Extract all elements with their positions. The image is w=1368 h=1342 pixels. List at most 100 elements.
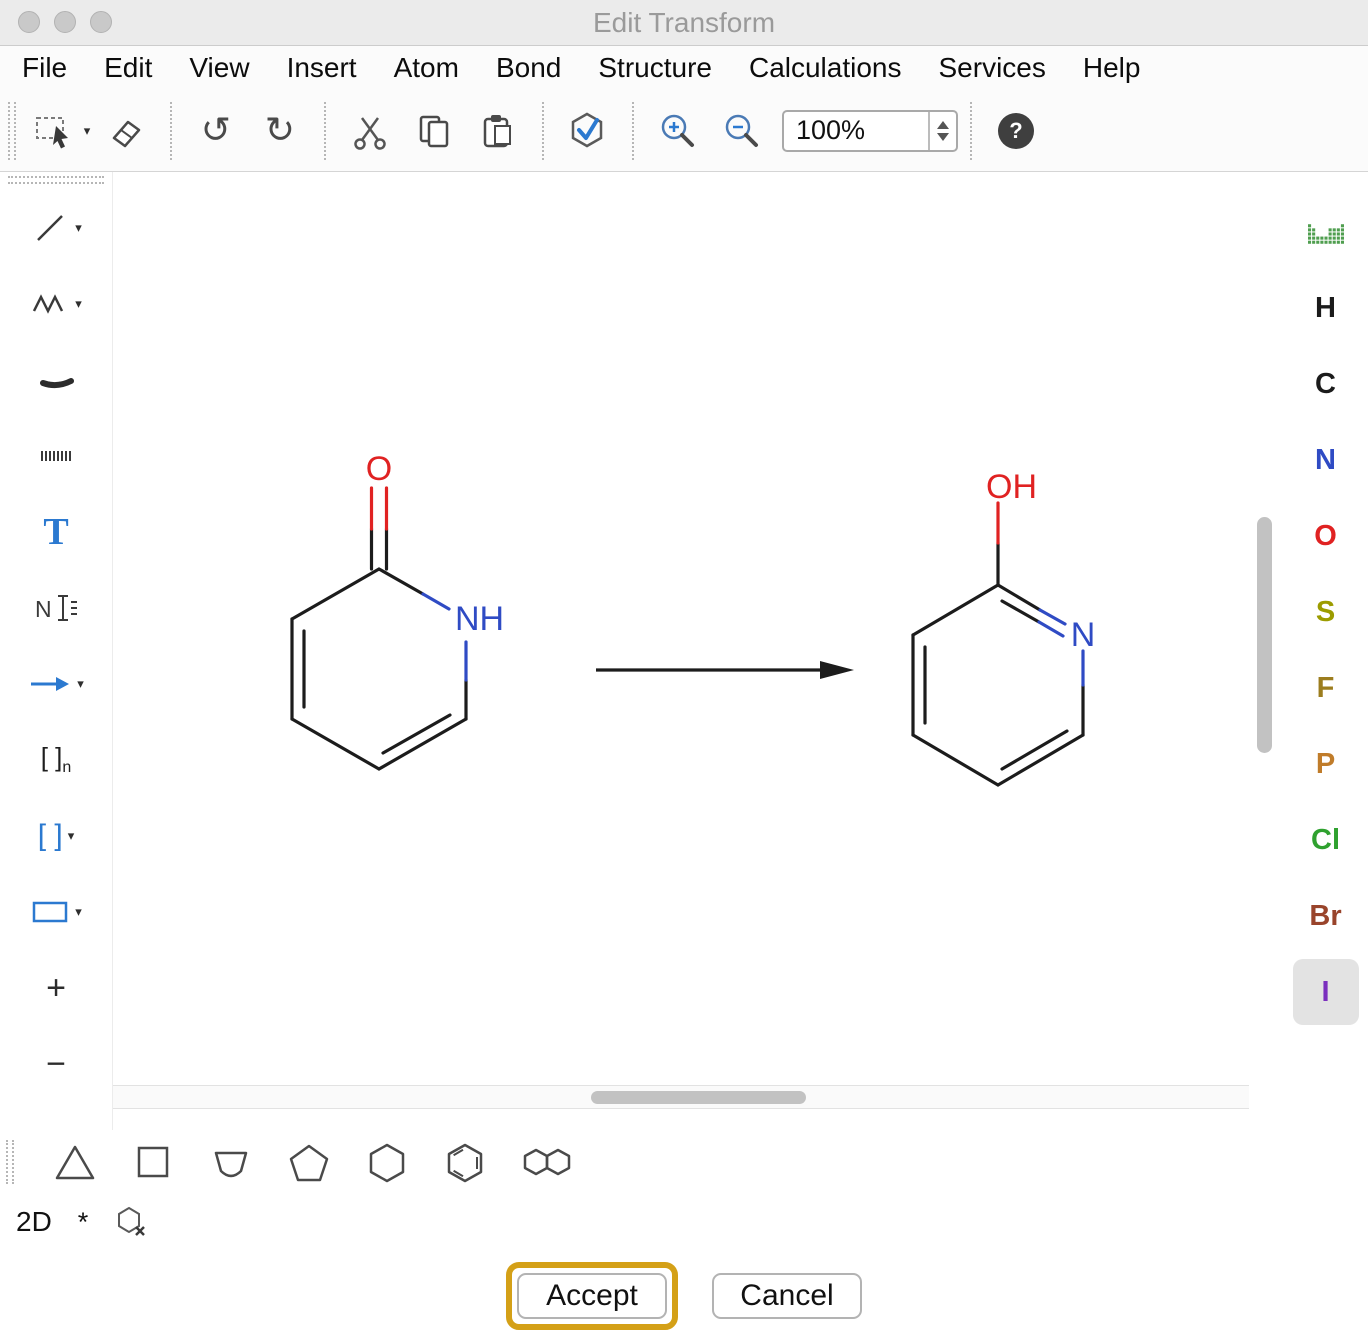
element-button-br[interactable]: Br [1283, 878, 1368, 954]
bracket-icon: [ ] [38, 819, 63, 853]
toolbar-separator [170, 102, 172, 160]
menu-item-file[interactable]: File [22, 52, 67, 84]
menu-item-structure[interactable]: Structure [598, 52, 712, 84]
stepper-up-icon [937, 121, 949, 129]
bond-tool-button[interactable]: ▾ [0, 190, 112, 266]
minimize-window-button[interactable] [54, 11, 76, 33]
element-button-f[interactable]: F [1283, 650, 1368, 726]
selected-element-highlight: I [1293, 959, 1359, 1025]
rectangle-tool-button[interactable]: ▾ [0, 874, 112, 950]
template-3-ring-button[interactable] [52, 1139, 98, 1185]
menu-item-view[interactable]: View [189, 52, 249, 84]
template-fused-rings-button[interactable] [520, 1139, 578, 1185]
template-6-ring-button[interactable] [364, 1139, 410, 1185]
plus-icon: + [46, 971, 66, 1005]
hexagon-ring-icon [365, 1140, 409, 1184]
select-tool-button[interactable]: ▾ [30, 101, 94, 161]
zoom-out-button[interactable] [710, 101, 774, 161]
menu-item-calculations[interactable]: Calculations [749, 52, 902, 84]
main-toolbar: ▾ ↺ ↻ [0, 90, 1368, 172]
carbonyl-oxygen-label[interactable]: O [366, 450, 392, 488]
menu-item-help[interactable]: Help [1083, 52, 1141, 84]
titlebar: Edit Transform [0, 0, 1368, 46]
product-structure[interactable]: OH N [913, 468, 1095, 785]
periodic-table-button[interactable] [1308, 198, 1344, 270]
arrow-icon [28, 664, 72, 704]
window-title: Edit Transform [593, 7, 775, 39]
template-benzene-button[interactable] [442, 1139, 488, 1185]
close-window-button[interactable] [18, 11, 40, 33]
copy-button[interactable] [402, 101, 466, 161]
toolbar-separator [632, 102, 634, 160]
paste-button[interactable] [466, 101, 530, 161]
structure-check-button[interactable] [556, 101, 620, 161]
cancel-button[interactable]: Cancel [712, 1273, 862, 1319]
redo-icon: ↻ [265, 113, 295, 149]
undo-button[interactable]: ↺ [184, 101, 248, 161]
pyridine-n-label[interactable]: N [1071, 616, 1096, 654]
text-tool-button[interactable]: T [0, 494, 112, 570]
scissors-icon [350, 111, 390, 151]
hydroxyl-label[interactable]: OH [986, 468, 1037, 506]
zoom-level-select[interactable]: 100% [782, 110, 958, 152]
zoom-out-icon [722, 111, 762, 151]
drawing-canvas[interactable]: O NH [112, 172, 1283, 1130]
left-tool-palette: ▾ ▾ [0, 172, 112, 1130]
menu-item-services[interactable]: Services [939, 52, 1046, 84]
template-5-ring-down-button[interactable] [208, 1139, 254, 1185]
help-button[interactable]: ? [984, 101, 1048, 161]
dimension-toggle[interactable]: 2D [16, 1206, 52, 1238]
stepper-down-icon [937, 133, 949, 141]
redo-button[interactable]: ↻ [248, 101, 312, 161]
increase-charge-button[interactable]: + [0, 950, 112, 1026]
element-button-p[interactable]: P [1283, 726, 1368, 802]
hashed-bond-tool-button[interactable] [0, 418, 112, 494]
menu-item-edit[interactable]: Edit [104, 52, 152, 84]
template-toolbar-drag-handle[interactable] [6, 1140, 14, 1184]
bold-bond-tool-button[interactable] [0, 342, 112, 418]
element-button-i[interactable]: I [1283, 954, 1368, 1030]
hashed-bond-icon [36, 436, 76, 476]
zoom-stepper[interactable] [928, 112, 956, 150]
pentagon-ring-icon [287, 1140, 331, 1184]
structure-canvas[interactable]: O NH [113, 172, 1249, 1087]
palette-drag-handle[interactable] [8, 176, 104, 184]
reactant-structure[interactable]: O NH [292, 450, 504, 769]
ring-nh-label[interactable]: NH [455, 600, 504, 638]
menu-item-insert[interactable]: Insert [287, 52, 357, 84]
vertical-scrollbar-thumb[interactable] [1257, 517, 1272, 753]
horizontal-scrollbar-thumb[interactable] [591, 1091, 806, 1104]
zoom-level-value: 100% [784, 112, 928, 150]
element-button-n[interactable]: N [1283, 422, 1368, 498]
element-button-cl[interactable]: Cl [1283, 802, 1368, 878]
accept-button[interactable]: Accept [517, 1273, 667, 1319]
bold-bond-icon [36, 360, 76, 400]
reaction-arrow[interactable] [596, 661, 854, 679]
cut-button[interactable] [338, 101, 402, 161]
accept-highlight-ring: Accept [506, 1262, 678, 1330]
bracket-tool-button[interactable]: [ ] ▾ [0, 798, 112, 874]
element-button-s[interactable]: S [1283, 574, 1368, 650]
element-button-h[interactable]: H [1283, 270, 1368, 346]
eraser-button[interactable] [94, 101, 158, 161]
template-4-ring-button[interactable] [130, 1139, 176, 1185]
toolbar-drag-handle[interactable] [8, 102, 16, 160]
menu-item-bond[interactable]: Bond [496, 52, 561, 84]
element-button-o[interactable]: O [1283, 498, 1368, 574]
decrease-charge-button[interactable]: − [0, 1026, 112, 1102]
element-palette: H C N O S F P Cl Br [1283, 172, 1368, 1130]
horizontal-scrollbar[interactable] [113, 1085, 1249, 1109]
menu-item-atom[interactable]: Atom [394, 52, 459, 84]
reaction-arrow-tool-button[interactable]: ▾ [0, 646, 112, 722]
element-button-c[interactable]: C [1283, 346, 1368, 422]
chain-tool-button[interactable]: ▾ [0, 266, 112, 342]
paste-icon [478, 111, 518, 151]
zoom-window-button[interactable] [90, 11, 112, 33]
zoom-in-icon [658, 111, 698, 151]
zoom-in-button[interactable] [646, 101, 710, 161]
structure-check-icon [566, 111, 610, 151]
repeat-group-tool-button[interactable]: [ ]n [0, 722, 112, 798]
atom-label-tool-button[interactable]: N [0, 570, 112, 646]
template-5-ring-button[interactable] [286, 1139, 332, 1185]
text-tool-icon: T [43, 510, 68, 554]
